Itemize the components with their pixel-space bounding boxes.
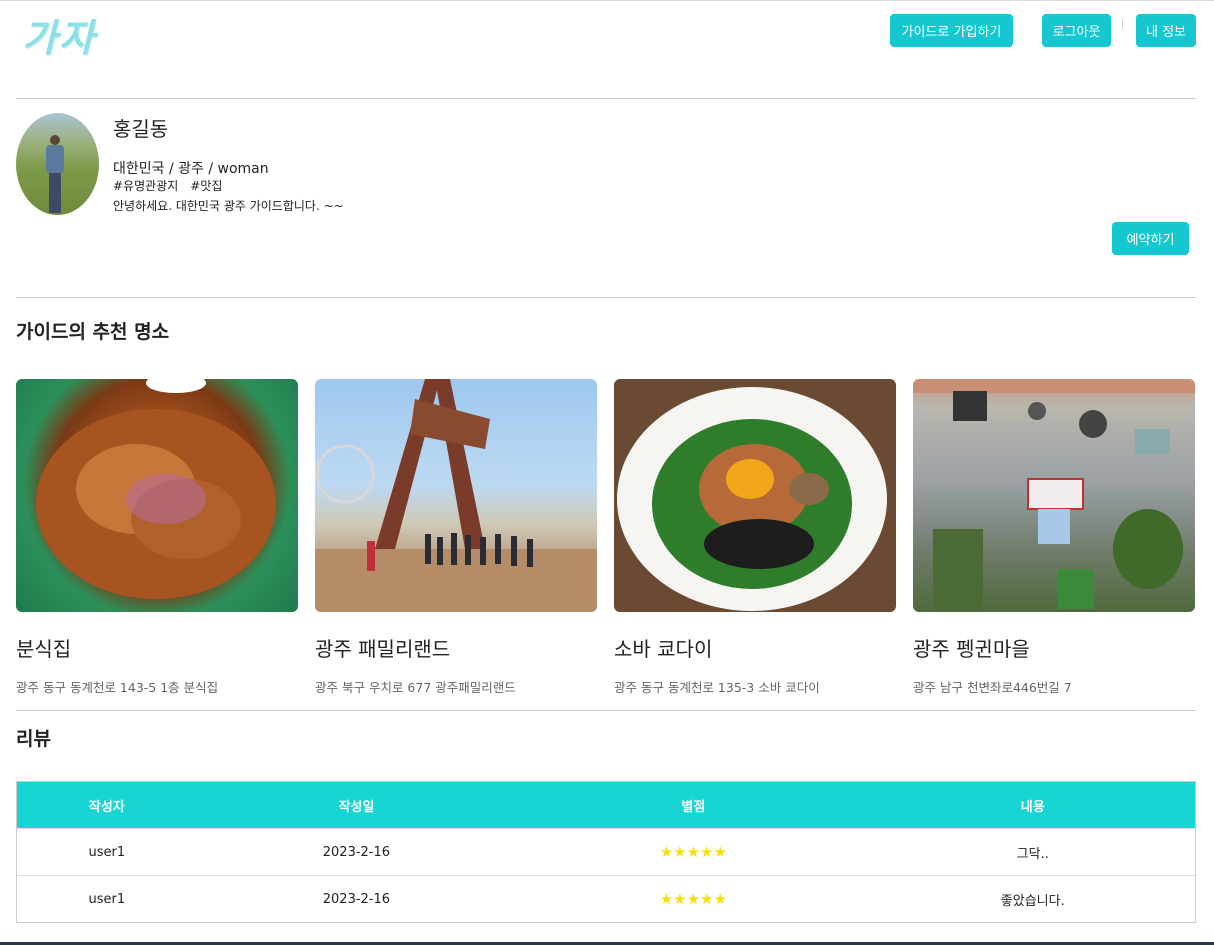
- table-row: user1 2023-2-16 ★★★★★ 그닥..: [17, 828, 1195, 875]
- place-address: 광주 북구 우치로 677 광주패밀리랜드: [315, 680, 516, 695]
- rating-stars-icon: ★★★★★: [659, 890, 727, 908]
- logout-button[interactable]: 로그아웃: [1042, 14, 1111, 47]
- place-card[interactable]: 분식집 광주 동구 동계천로 143-5 1층 분식집: [16, 379, 298, 695]
- review-date: 2023-2-16: [322, 891, 391, 907]
- place-card[interactable]: 광주 패밀리랜드 광주 북구 우치로 677 광주패밀리랜드: [315, 379, 597, 695]
- place-name[interactable]: 광주 펭귄마을: [913, 633, 1030, 662]
- place-card[interactable]: 광주 펭귄마을 광주 남구 천변좌로446번길 7: [913, 379, 1195, 695]
- place-address: 광주 동구 동계천로 143-5 1층 분식집: [16, 680, 219, 695]
- place-address: 광주 남구 천변좌로446번길 7: [913, 680, 1072, 695]
- reviews-table: 작성자 작성일 별점 내용 user1 2023-2-16 ★★★★★ 그닥..…: [16, 781, 1196, 923]
- divider: [16, 297, 1196, 298]
- guide-name: 홍길동: [113, 117, 169, 141]
- site-logo[interactable]: 가자: [22, 7, 96, 62]
- guide-avatar: [16, 113, 99, 215]
- column-header: 작성일: [338, 799, 375, 815]
- divider: [16, 98, 1196, 99]
- tag: #유명관광지: [113, 179, 179, 193]
- place-card[interactable]: 소바 쿄다이 광주 동구 동계천로 135-3 소바 쿄다이: [614, 379, 896, 695]
- my-info-button[interactable]: 내 정보: [1136, 14, 1196, 47]
- review-author: user1: [88, 844, 126, 860]
- review-content: 좋았습니다.: [1000, 893, 1065, 909]
- place-photo[interactable]: [16, 379, 298, 612]
- column-header: 작성자: [88, 799, 125, 815]
- place-name[interactable]: 광주 패밀리랜드: [315, 633, 450, 662]
- column-header: 내용: [1020, 799, 1045, 815]
- table-header: 작성자 작성일 별점 내용: [17, 782, 1195, 828]
- place-name[interactable]: 소바 쿄다이: [614, 633, 712, 662]
- guide-tags: #유명관광지 #맛집: [113, 177, 222, 194]
- column-header: 별점: [681, 799, 706, 815]
- header-divider: [1122, 19, 1123, 29]
- guide-location: 대한민국 / 광주 / woman: [113, 161, 269, 177]
- rating-stars-icon: ★★★★★: [659, 843, 727, 861]
- review-author: user1: [88, 891, 126, 907]
- divider: [16, 710, 1196, 711]
- guide-intro: 안녕하세요. 대한민국 광주 가이드합니다. ~~: [113, 199, 344, 213]
- table-row: user1 2023-2-16 ★★★★★ 좋았습니다.: [17, 875, 1195, 922]
- reviews-title: 리뷰: [16, 728, 51, 750]
- tag: #맛집: [190, 179, 223, 193]
- place-photo[interactable]: [315, 379, 597, 612]
- join-as-guide-button[interactable]: 가이드로 가입하기: [890, 14, 1013, 47]
- recommend-title: 가이드의 추천 명소: [16, 321, 170, 343]
- review-content: 그닥..: [1016, 846, 1049, 862]
- reserve-button[interactable]: 예약하기: [1112, 222, 1189, 255]
- place-address: 광주 동구 동계천로 135-3 소바 쿄다이: [614, 680, 820, 695]
- place-photo[interactable]: [614, 379, 896, 612]
- review-date: 2023-2-16: [322, 844, 391, 860]
- place-name[interactable]: 분식집: [16, 633, 71, 662]
- place-photo[interactable]: [913, 379, 1195, 612]
